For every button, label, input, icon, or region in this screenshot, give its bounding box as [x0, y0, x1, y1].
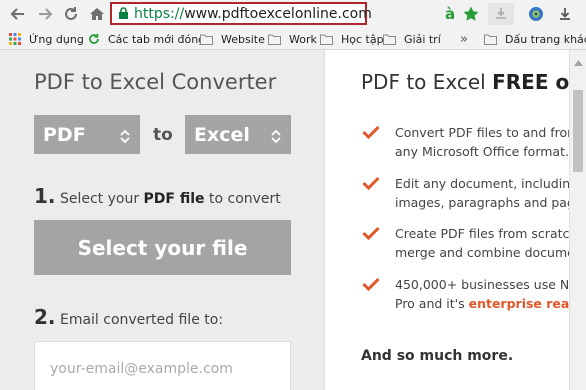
forward-icon[interactable] [35, 4, 55, 24]
step-text: Email converted file to: [59, 312, 224, 328]
bookmarks-overflow-button[interactable]: » [460, 31, 468, 47]
converter-title: PDF to Excel Converter [34, 70, 277, 94]
camera-extension-icon[interactable] [525, 4, 547, 24]
updown-arrow-icon [271, 127, 281, 149]
from-format-value: PDF [43, 123, 86, 146]
email-field-container [34, 341, 291, 390]
lock-icon [118, 7, 129, 20]
updown-arrow-icon [120, 127, 130, 149]
feature-item: Create PDF files from scratch merge and … [362, 224, 569, 262]
from-format-select[interactable]: PDF [34, 115, 140, 154]
promo-panel: PDF to Excel FREE on Convert PDF files t… [326, 50, 569, 390]
page-scrollbar[interactable] [569, 50, 586, 390]
promo-title-bold: FREE on [492, 70, 569, 94]
url-scheme: https:// [134, 5, 185, 22]
more-features-label: And so much more. [361, 348, 514, 364]
reload-icon[interactable] [61, 4, 81, 24]
folder-icon [268, 34, 285, 45]
bookmark-folder-work[interactable]: Work [268, 31, 317, 47]
star-icon[interactable] [460, 4, 482, 24]
feature-item: 450,000+ businesses use Nitr Pro and it'… [362, 275, 569, 313]
feature-item: Convert PDF files to and from any Micros… [362, 123, 569, 161]
recent-tabs-icon [88, 33, 104, 45]
converter-panel: PDF to Excel Converter PDF to Excel 1. S… [0, 50, 325, 390]
bookmark-label: Ứng dụng [29, 32, 84, 46]
feature-line: merge and combine docume [395, 245, 569, 260]
apps-icon [9, 33, 25, 45]
bookmark-folder-website[interactable]: Website [200, 31, 265, 47]
enterprise-ready-highlight: enterprise ready [468, 296, 569, 311]
bookmark-folder-hoc-tap[interactable]: Học tập [320, 31, 384, 47]
feature-line: images, paragraphs and pag [395, 195, 569, 210]
address-bar[interactable]: https://www.pdftoexcelonline.com [110, 2, 372, 25]
scrollbar-thumb[interactable] [573, 90, 583, 172]
to-format-select[interactable]: Excel [185, 115, 291, 154]
step-text-bold: PDF file [143, 191, 205, 207]
bookmark-label: Website [221, 32, 265, 46]
step-2-label: 2. Email converted file to: [34, 305, 223, 329]
bookmarks-bar: Ứng dụng Các tab mới đóng Website Work H… [0, 28, 586, 50]
check-icon [362, 176, 382, 212]
bookmark-label: Work [289, 32, 317, 46]
to-format-value: Excel [194, 123, 250, 146]
step-text: Select your [59, 191, 144, 207]
folder-icon [484, 34, 501, 45]
browser-toolbar: https://www.pdftoexcelonline.com à [0, 0, 586, 28]
bookmark-apps[interactable]: Ứng dụng [9, 31, 84, 47]
check-icon [362, 125, 382, 161]
feature-line: Convert PDF files to and from [395, 125, 569, 140]
bookmark-label: Giải trí [404, 32, 441, 46]
feature-line: Edit any document, including [395, 176, 569, 191]
folder-icon [383, 34, 400, 45]
check-icon [362, 226, 382, 262]
folder-icon [200, 34, 217, 45]
bookmark-folder-other[interactable]: Dấu trang khác [484, 31, 586, 47]
back-icon[interactable] [8, 4, 28, 24]
check-icon [362, 277, 382, 313]
feature-line: Create PDF files from scratch [395, 226, 569, 241]
bookmark-label: Học tập [341, 32, 384, 46]
bookmark-recent-tabs[interactable]: Các tab mới đóng [88, 31, 205, 47]
select-file-button[interactable]: Select your file [34, 220, 291, 275]
scroll-up-arrow-icon[interactable] [574, 53, 583, 71]
promo-title-text: PDF to Excel [361, 70, 493, 94]
step-text: to convert [204, 191, 281, 207]
home-icon[interactable] [87, 4, 107, 24]
bookmark-folder-giai-tri[interactable]: Giải trí [383, 31, 441, 47]
email-field[interactable] [50, 361, 280, 377]
feature-line: any Microsoft Office format. [395, 144, 569, 159]
step-number: 2. [34, 305, 56, 329]
bookmark-label: Các tab mới đóng [108, 32, 206, 46]
bookmark-label: Dấu trang khác [505, 32, 586, 46]
feature-line: Pro and it's [395, 296, 469, 311]
folder-icon [320, 34, 337, 45]
url-domain: www.pdftoexcelonline.com [184, 5, 372, 22]
download-icon[interactable] [554, 4, 576, 24]
svg-text:à: à [445, 5, 455, 23]
download-page-icon[interactable] [488, 3, 514, 25]
step-number: 1. [34, 184, 56, 208]
extension-icon[interactable]: à [440, 4, 462, 24]
promo-title: PDF to Excel FREE on [361, 70, 569, 94]
feature-line: 450,000+ businesses use Nitr [395, 277, 569, 292]
step-1-label: 1. Select your PDF file to convert [34, 184, 281, 208]
to-label: to [153, 125, 173, 145]
feature-item: Edit any document, including images, par… [362, 174, 569, 212]
